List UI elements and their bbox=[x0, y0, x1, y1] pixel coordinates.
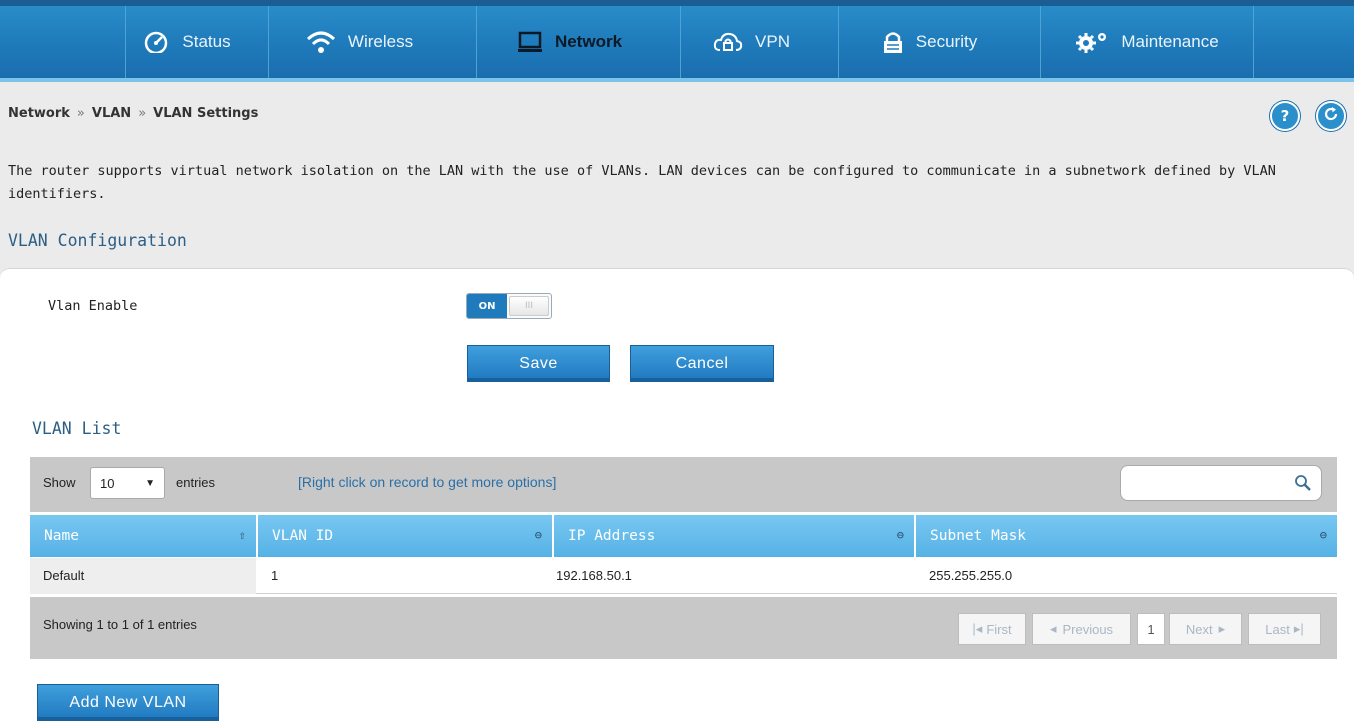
nav-item-vpn[interactable]: VPN bbox=[680, 6, 822, 78]
entries-per-page-select[interactable]: 10 ▼ bbox=[90, 467, 165, 499]
vlan-enable-toggle[interactable]: ON III bbox=[466, 293, 552, 319]
breadcrumb: Network » VLAN » VLAN Settings bbox=[8, 106, 258, 121]
breadcrumb-vlan-settings: VLAN Settings bbox=[153, 106, 259, 121]
pager-first-label: First bbox=[986, 621, 1012, 637]
refresh-button[interactable] bbox=[1316, 101, 1346, 131]
nav-item-network[interactable]: Network bbox=[476, 6, 662, 78]
column-label: IP Address bbox=[568, 528, 656, 544]
pager-first-button[interactable]: |◂ First bbox=[958, 613, 1026, 645]
column-header-subnet-mask[interactable]: Subnet Mask ⊖ bbox=[916, 515, 1337, 557]
nav-label-vpn: VPN bbox=[755, 32, 790, 51]
entries-label: entries bbox=[176, 475, 216, 490]
entries-per-page-value: 10 bbox=[100, 475, 115, 491]
last-page-icon: ▸| bbox=[1293, 621, 1304, 636]
cell-name: Default bbox=[43, 568, 85, 583]
refresh-icon bbox=[1323, 106, 1339, 126]
column-label: Name bbox=[44, 528, 79, 544]
vlan-enable-label: Vlan Enable bbox=[48, 298, 138, 314]
gears-icon bbox=[1075, 30, 1109, 54]
cloud-lock-icon bbox=[713, 31, 743, 53]
nav-label-security: Security bbox=[915, 32, 978, 51]
pager-previous-label: Previous bbox=[1062, 621, 1114, 637]
top-navigation: Status Wireless Network VPN Security Mai… bbox=[0, 0, 1354, 82]
column-label: VLAN ID bbox=[272, 528, 334, 544]
show-label: Show bbox=[43, 475, 76, 490]
chevron-down-icon: ▼ bbox=[145, 478, 155, 489]
cell-ip-address: 192.168.50.1 bbox=[556, 568, 632, 583]
nav-item-wireless[interactable]: Wireless bbox=[268, 6, 450, 78]
speedometer-icon bbox=[142, 31, 170, 53]
right-click-hint: [Right click on record to get more optio… bbox=[298, 474, 557, 490]
nav-item-maintenance[interactable]: Maintenance bbox=[1040, 6, 1254, 78]
first-page-icon: |◂ bbox=[972, 621, 983, 636]
table-search-input[interactable] bbox=[1120, 465, 1322, 501]
breadcrumb-separator: » bbox=[138, 106, 147, 121]
pager-next-button[interactable]: Next ▸ bbox=[1169, 613, 1242, 645]
sort-asc-icon: ⇧ bbox=[238, 528, 246, 542]
column-header-ip-address[interactable]: IP Address ⊖ bbox=[554, 515, 916, 557]
cancel-button[interactable]: Cancel bbox=[630, 345, 774, 382]
column-label: Subnet Mask bbox=[930, 528, 1027, 544]
pager-last-button[interactable]: Last ▸| bbox=[1248, 613, 1321, 645]
vlan-list-title: VLAN List bbox=[32, 419, 122, 438]
cell-vlan-id: 1 bbox=[271, 568, 279, 583]
next-page-icon: ▸ bbox=[1218, 621, 1226, 636]
section-title: VLAN Configuration bbox=[8, 231, 187, 250]
sort-icon: ⊖ bbox=[896, 528, 904, 542]
pager-next-label: Next bbox=[1185, 621, 1213, 637]
pager-page-1[interactable]: 1 bbox=[1137, 613, 1165, 645]
add-new-vlan-button[interactable]: Add New VLAN bbox=[37, 684, 219, 721]
lock-icon bbox=[882, 30, 904, 54]
sort-icon: ⊖ bbox=[534, 528, 542, 542]
monitor-icon bbox=[517, 31, 543, 53]
breadcrumb-network[interactable]: Network bbox=[8, 106, 70, 121]
column-header-vlan-id[interactable]: VLAN ID ⊖ bbox=[258, 515, 554, 557]
nav-label-status: Status bbox=[182, 32, 231, 51]
wifi-icon bbox=[306, 30, 336, 54]
toggle-on-label: ON bbox=[467, 294, 507, 318]
toggle-grip-icon: III bbox=[509, 296, 549, 316]
showing-entries-info: Showing 1 to 1 of 1 entries bbox=[43, 617, 197, 632]
help-icon: ? bbox=[1280, 107, 1290, 125]
nav-label-network: Network bbox=[554, 32, 623, 51]
help-button[interactable]: ? bbox=[1270, 101, 1300, 131]
nav-label-maintenance: Maintenance bbox=[1121, 32, 1219, 51]
page-description: The router supports virtual network isol… bbox=[8, 163, 1276, 202]
nav-label-wireless: Wireless bbox=[347, 32, 414, 51]
breadcrumb-vlan[interactable]: VLAN bbox=[92, 106, 131, 121]
pager-last-label: Last bbox=[1265, 621, 1290, 637]
pager-previous-button[interactable]: ◂ Previous bbox=[1032, 613, 1131, 645]
search-icon bbox=[1294, 474, 1312, 496]
previous-page-icon: ◂ bbox=[1049, 621, 1057, 636]
cell-subnet-mask: 255.255.255.0 bbox=[929, 568, 1013, 583]
breadcrumb-separator: » bbox=[76, 106, 85, 121]
sort-icon: ⊖ bbox=[1319, 528, 1327, 542]
nav-item-status[interactable]: Status bbox=[125, 6, 247, 78]
save-button[interactable]: Save bbox=[467, 345, 610, 382]
nav-item-security[interactable]: Security bbox=[838, 6, 1020, 78]
column-header-name[interactable]: Name ⇧ bbox=[30, 515, 258, 557]
